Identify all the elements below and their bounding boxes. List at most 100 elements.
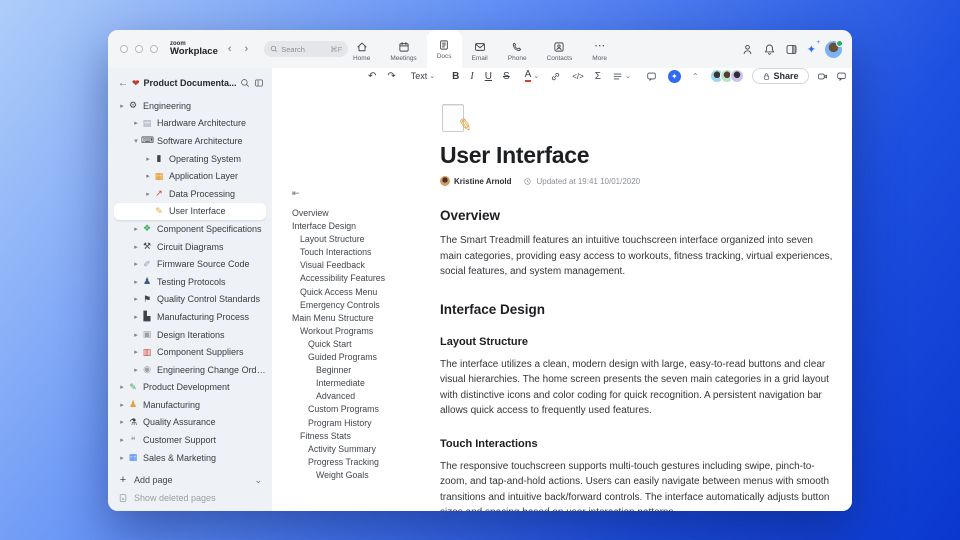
ai-companion-button[interactable]: ✦ — [667, 69, 681, 83]
paragraph-touch-interactions[interactable]: The responsive touchscreen supports mult… — [440, 459, 834, 512]
chevron-down-icon[interactable]: ⌄ — [254, 475, 262, 486]
chevron-icon[interactable]: ▸ — [131, 225, 141, 233]
chevron-icon[interactable]: ▸ — [117, 102, 127, 110]
outline-item[interactable]: Visual Feedback — [292, 259, 420, 272]
chevron-icon[interactable]: ▸ — [143, 172, 153, 180]
sidebar-item-quality-assurance[interactable]: ▸ ⚗ Quality Assurance — [114, 414, 266, 432]
sidebar-item-firmware-source-code[interactable]: ▸ ✐ Firmware Source Code — [114, 255, 266, 273]
outline-item[interactable]: Custom Programs — [292, 403, 420, 416]
traffic-light-close[interactable] — [120, 45, 128, 53]
paragraph-layout-structure[interactable]: The interface utilizes a clean, modern d… — [440, 357, 834, 419]
sidebar-item-operating-system[interactable]: ▸ ▮ Operating System — [114, 150, 266, 168]
page-title[interactable]: User Interface — [440, 142, 834, 169]
sidebar-item-sales-marketing[interactable]: ▸ ▦ Sales & Marketing — [114, 449, 266, 467]
document-canvas[interactable]: ⇤ Overview Interface Design Layout Struc… — [272, 84, 852, 511]
paragraph-overview[interactable]: The Smart Treadmill features an intuitiv… — [440, 233, 834, 280]
outline-item[interactable]: Interface Design — [292, 220, 420, 233]
outline-item[interactable]: Fitness Stats — [292, 430, 420, 443]
sidebar-back-button[interactable]: ← — [118, 78, 128, 89]
tab-meetings[interactable]: Meetings — [380, 34, 426, 68]
equation-button[interactable]: Σ — [595, 71, 601, 82]
sidebar-item-testing-protocols[interactable]: ▸ ♟ Testing Protocols — [114, 273, 266, 291]
chevron-icon[interactable]: ▸ — [131, 278, 141, 286]
sidebar-item-component-suppliers[interactable]: ▸ ▥ Component Suppliers — [114, 343, 266, 361]
link-icon[interactable] — [550, 71, 561, 82]
strikethrough-button[interactable]: S — [503, 71, 510, 82]
chevron-icon[interactable]: ▸ — [131, 348, 141, 356]
sidebar-item-manufacturing[interactable]: ▸ ♟ Manufacturing — [114, 396, 266, 414]
outline-item[interactable]: Intermediate — [292, 377, 420, 390]
chevron-icon[interactable]: ▸ — [117, 454, 127, 462]
sidebar-item-product-development[interactable]: ▸ ✎ Product Development — [114, 379, 266, 397]
user-avatar[interactable] — [825, 39, 843, 58]
chevron-icon[interactable]: ▸ — [143, 190, 153, 198]
tab-contacts[interactable]: Contacts — [537, 34, 583, 68]
bold-button[interactable]: B — [452, 71, 459, 82]
sidebar-panel-icon[interactable] — [254, 78, 264, 88]
document-content[interactable]: ✎ User Interface Kristine Arnold Updated… — [440, 84, 834, 511]
redo-button[interactable]: ↷ — [387, 71, 395, 82]
video-camera-icon[interactable] — [817, 71, 828, 82]
page-emoji-memo-icon[interactable]: ✎ — [440, 104, 474, 136]
sidebar-item-circuit-diagrams[interactable]: ▸ ⚒ Circuit Diagrams — [114, 238, 266, 256]
tab-home[interactable]: Home — [343, 34, 380, 68]
chevron-icon[interactable]: ▸ — [143, 155, 153, 163]
chevron-icon[interactable]: ▸ — [131, 243, 141, 251]
sidebar-search-icon[interactable] — [240, 78, 250, 88]
align-dropdown[interactable]: ⌄ — [612, 71, 631, 82]
outline-item[interactable]: Weight Goals — [292, 469, 420, 482]
outline-item[interactable]: Overview — [292, 207, 420, 220]
chevron-icon[interactable]: ▸ — [131, 295, 141, 303]
chevron-icon[interactable]: ▾ — [131, 137, 141, 145]
italic-button[interactable]: I — [470, 71, 473, 82]
outline-item[interactable]: Quick Access Menu — [292, 286, 420, 299]
sidebar-item-hardware-architecture[interactable]: ▸ ▤ Hardware Architecture — [114, 115, 266, 133]
chevron-icon[interactable]: ▸ — [131, 313, 141, 321]
chevron-icon[interactable]: ▸ — [131, 331, 141, 339]
workspace-title[interactable]: Product Documenta... — [144, 78, 236, 88]
chevron-icon[interactable]: ▸ — [131, 119, 141, 127]
section-heading-interface-design[interactable]: Interface Design — [440, 302, 834, 317]
outline-item[interactable]: Layout Structure — [292, 233, 420, 246]
outline-item[interactable]: Activity Summary — [292, 443, 420, 456]
tab-email[interactable]: Email — [462, 34, 498, 68]
outline-item[interactable]: Program History — [292, 417, 420, 430]
outline-collapse-icon[interactable]: ⇤ — [292, 188, 420, 199]
notifications-bell-icon[interactable] — [763, 43, 776, 56]
outline-item[interactable]: Touch Interactions — [292, 246, 420, 259]
outline-item[interactable]: Main Menu Structure — [292, 312, 420, 325]
nav-forward-button[interactable]: › — [242, 43, 252, 55]
search-input[interactable]: Search ⌘F — [264, 41, 349, 57]
nav-back-button[interactable]: ‹ — [225, 43, 235, 55]
sidebar-item-user-interface[interactable]: ✎ User Interface — [114, 202, 266, 221]
share-button[interactable]: Share — [751, 68, 809, 84]
chevron-icon[interactable]: ▸ — [117, 436, 127, 444]
section-heading-touch-interactions[interactable]: Touch Interactions — [440, 438, 834, 450]
sidebar-item-design-iterations[interactable]: ▸ ▣ Design Iterations — [114, 326, 266, 344]
outline-item[interactable]: Progress Tracking — [292, 456, 420, 469]
sidebar-item-component-specifications[interactable]: ▸ ❖ Component Specifications — [114, 220, 266, 238]
chevron-icon[interactable]: ▸ — [117, 418, 127, 426]
outline-item[interactable]: Guided Programs — [292, 351, 420, 364]
traffic-light-zoom[interactable] — [150, 45, 158, 53]
side-panel-icon[interactable] — [785, 43, 798, 56]
tab-docs[interactable]: Docs — [426, 30, 462, 68]
collapse-toolbar-button[interactable]: ⌃ — [692, 72, 699, 81]
outline-item[interactable]: Emergency Controls — [292, 299, 420, 312]
text-color-dropdown[interactable]: A ⌄ — [524, 70, 539, 82]
chevron-icon[interactable]: ▸ — [117, 383, 127, 391]
comment-icon[interactable] — [646, 71, 657, 82]
sidebar-item-engineering[interactable]: ▸ ⚙ Engineering — [114, 97, 266, 115]
underline-button[interactable]: U — [485, 71, 492, 82]
outline-item[interactable]: Quick Start — [292, 338, 420, 351]
outline-item[interactable]: Advanced — [292, 390, 420, 403]
undo-button[interactable]: ↶ — [368, 71, 376, 82]
chat-icon[interactable] — [836, 71, 847, 82]
traffic-light-minimize[interactable] — [135, 45, 143, 53]
text-style-dropdown[interactable]: Text ⌄ — [411, 71, 435, 81]
sidebar-item-quality-control-standards[interactable]: ▸ ⚑ Quality Control Standards — [114, 291, 266, 309]
ai-companion-icon[interactable]: ✦ — [807, 40, 821, 56]
section-heading-layout-structure[interactable]: Layout Structure — [440, 336, 834, 348]
contact-card-icon[interactable] — [741, 43, 754, 56]
sidebar-item-engineering-change-orders[interactable]: ▸ ◉ Engineering Change Orders — [114, 361, 266, 379]
